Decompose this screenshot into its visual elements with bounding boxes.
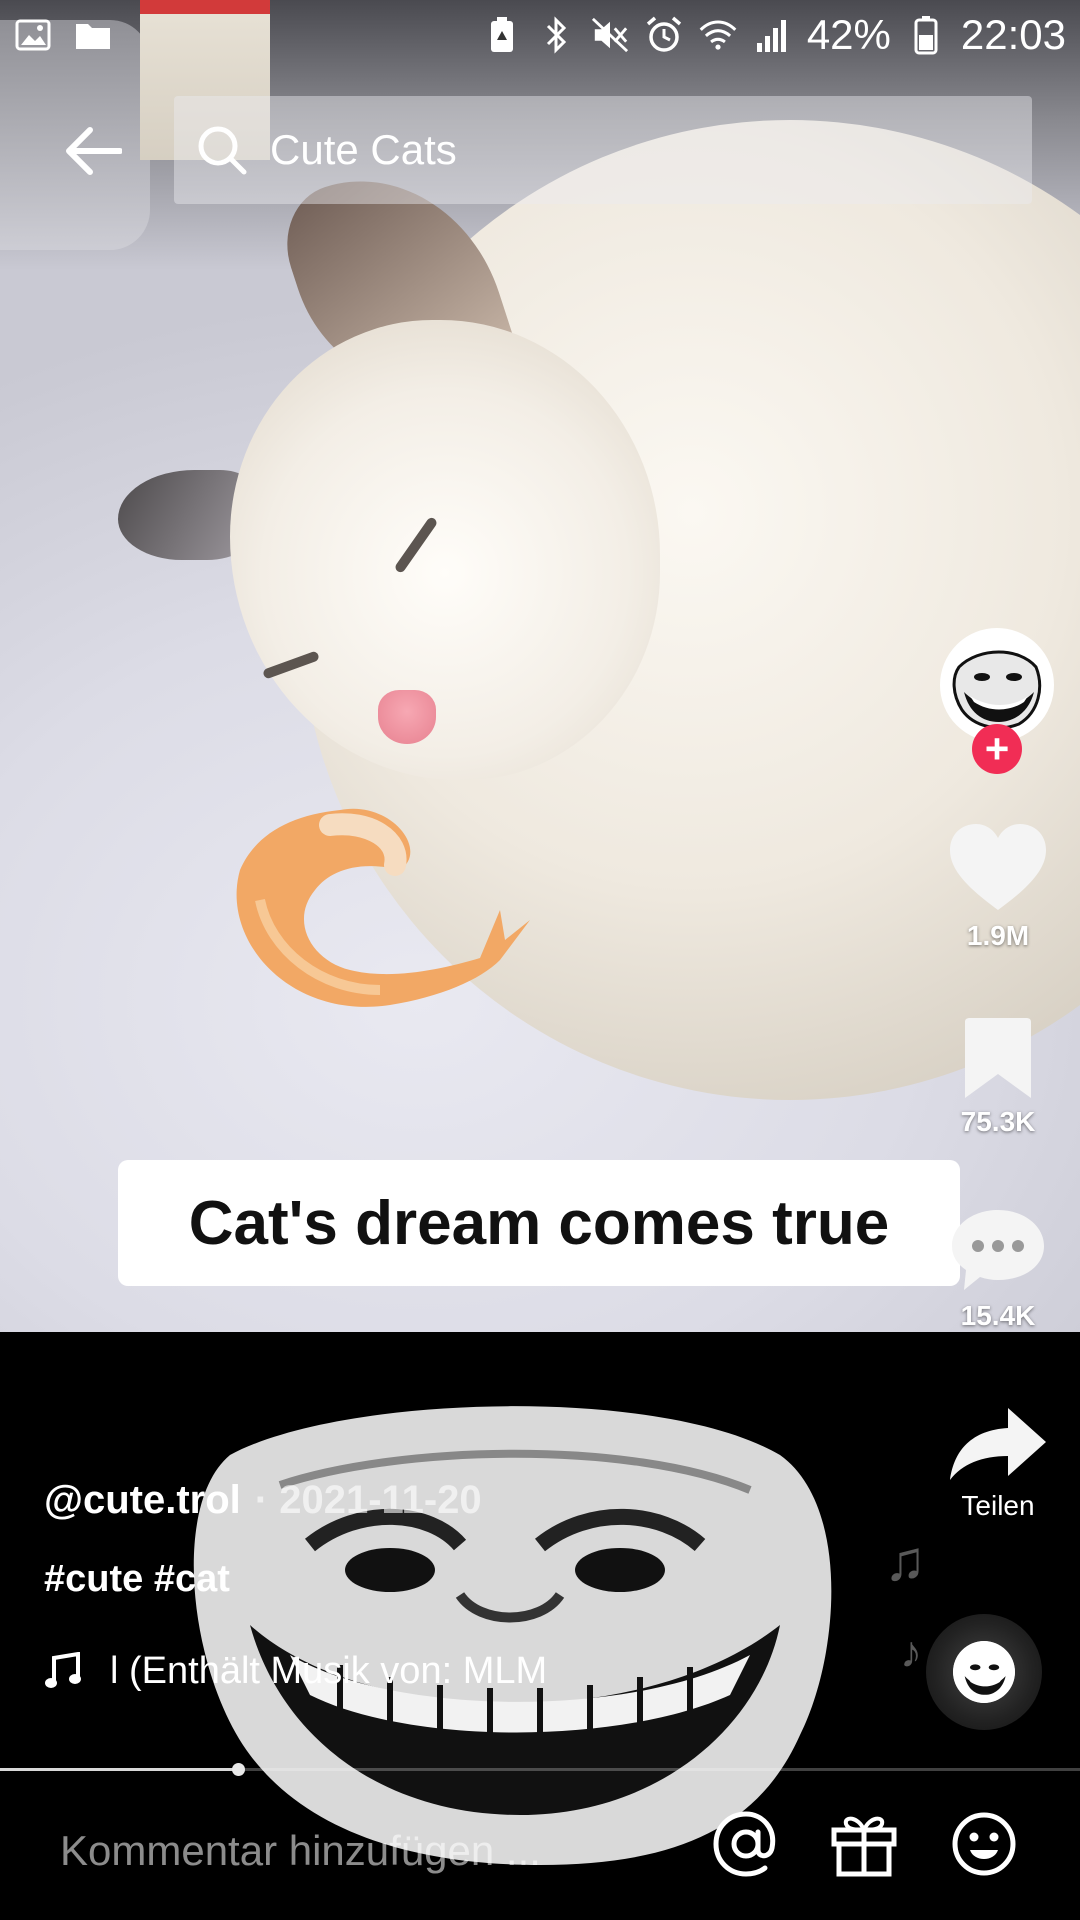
plus-icon: + (984, 725, 1010, 772)
music-note-icon (45, 1651, 81, 1688)
smiley-face-icon (952, 1812, 1016, 1876)
video-progress-bar[interactable] (0, 1763, 1080, 1776)
search-icon (198, 126, 247, 175)
trollface-disc-image (953, 1641, 1015, 1703)
folder-icon (74, 17, 112, 53)
battery-percent: 42% (806, 11, 891, 58)
music-line[interactable]: l (Enthält Musik von: MLM (44, 1650, 547, 1693)
alarm-icon (645, 16, 683, 53)
status-left (14, 17, 112, 53)
battery-icon (907, 16, 945, 55)
shrimp-image (236, 808, 530, 1007)
gift-icon (831, 1816, 897, 1877)
comment-input-bar[interactable]: Kommentar hinzufügen ... (0, 1782, 1080, 1920)
signal-icon (753, 17, 791, 53)
bookmark-icon (965, 1018, 1031, 1098)
comment-input[interactable]: Kommentar hinzufügen ... (60, 1827, 541, 1875)
gift-button[interactable] (828, 1808, 900, 1880)
cat-nose (378, 690, 436, 744)
floating-music-note-icon: ♫ (884, 1529, 926, 1592)
battery-saver-icon (483, 17, 521, 53)
music-title: l (Enthält Musik von: MLM (110, 1650, 548, 1692)
cat-head (230, 320, 660, 780)
status-bar: 42% 22:03 (0, 0, 1080, 70)
music-disc-cover (953, 1641, 1015, 1703)
heart-icon (950, 824, 1046, 910)
caption-sticker: Cat's dream comes true (118, 1160, 960, 1286)
comment-icon (952, 1210, 1044, 1290)
floating-music-note-icon: ♪ (900, 1628, 922, 1677)
search-query: Cute Cats (270, 126, 457, 173)
hashtags[interactable]: #cute #cat (44, 1558, 230, 1601)
like-count: 1.9M (966, 920, 1030, 951)
share-arrow-icon (950, 1408, 1046, 1480)
author-username[interactable]: @cute.trol (44, 1478, 241, 1523)
emoji-button[interactable] (948, 1808, 1020, 1880)
video-progress-handle[interactable] (232, 1763, 245, 1776)
share-button[interactable]: Teilen (930, 1404, 1066, 1522)
at-sign-icon (713, 1811, 776, 1877)
video-progress-fill (0, 1768, 238, 1771)
arrow-left-icon (66, 127, 122, 175)
mention-button[interactable] (710, 1808, 782, 1880)
gallery-icon (14, 17, 52, 53)
music-disc-button[interactable] (926, 1614, 1042, 1730)
share-label: Teilen (961, 1490, 1035, 1521)
status-right: 42% 22:03 (483, 11, 1066, 59)
follow-button[interactable]: + (972, 724, 1022, 774)
author-line: @cute.trol · 2021-11-20 (44, 1478, 482, 1523)
post-date: · 2021-11-20 (254, 1478, 482, 1522)
back-button[interactable] (58, 118, 128, 184)
like-button[interactable]: 1.9M (930, 822, 1066, 952)
bluetooth-icon (537, 16, 575, 54)
comment-count: 15.4K (960, 1300, 1036, 1331)
search-bar[interactable]: Cute Cats (174, 96, 1032, 204)
comment-button[interactable]: 15.4K (930, 1206, 1066, 1332)
status-time: 22:03 (960, 11, 1066, 58)
bookmark-count: 75.3K (960, 1106, 1036, 1137)
bookmark-button[interactable]: 75.3K (930, 1016, 1066, 1138)
wifi-icon (699, 17, 737, 53)
trollface-avatar-image (944, 632, 1050, 738)
mute-icon (591, 17, 629, 53)
